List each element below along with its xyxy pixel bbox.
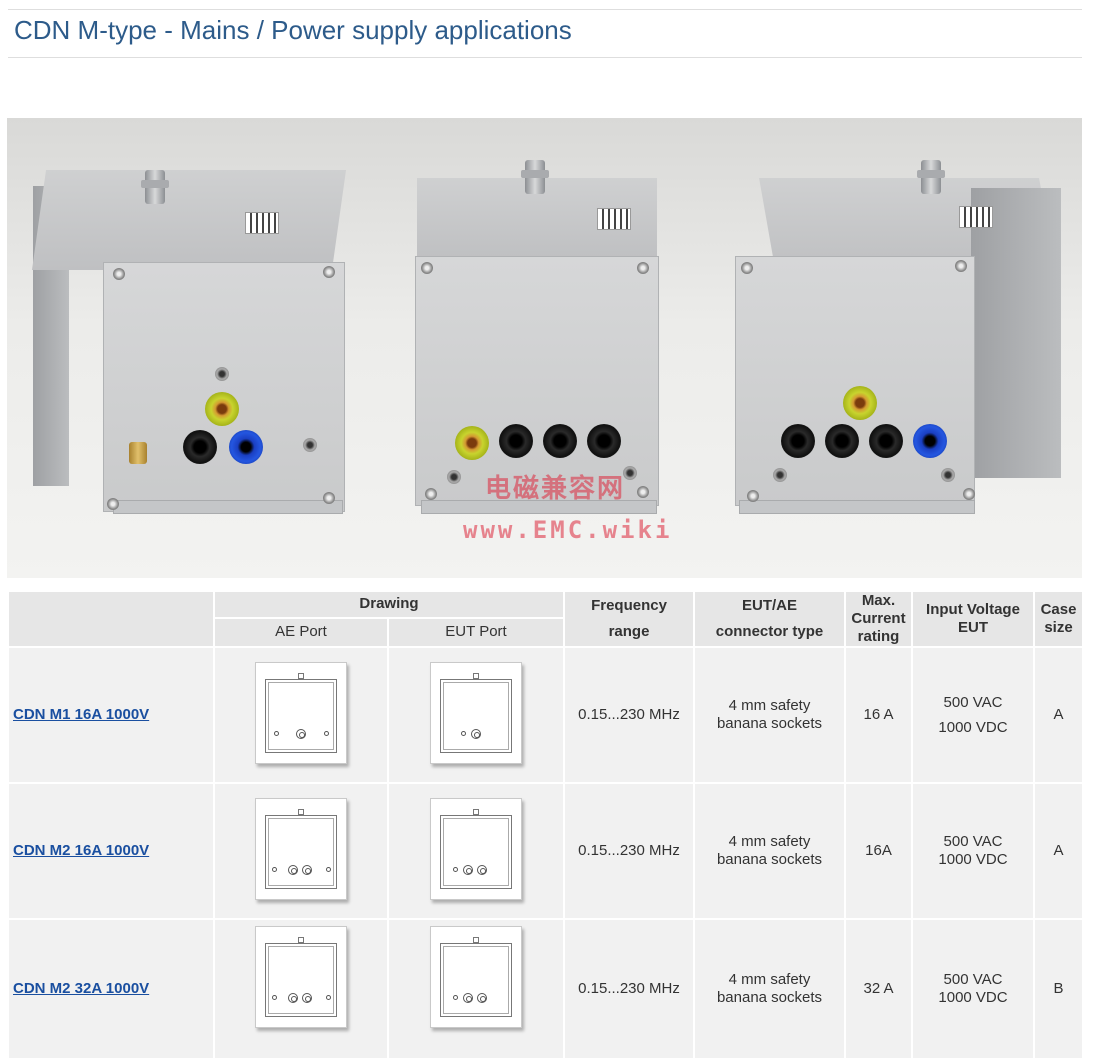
case-cell: A <box>1033 646 1084 784</box>
frequency-cell: 0.15...230 MHz <box>563 646 695 784</box>
ae-port-drawing[interactable] <box>255 661 347 764</box>
case-cell: B <box>1033 918 1084 1060</box>
product-link[interactable]: CDN M2 16A 1000V <box>13 842 149 859</box>
header-connector-label: EUT/AE connector type <box>715 597 824 640</box>
connector-cell: 4 mm safety banana sockets <box>693 918 846 1060</box>
table-row: CDN M2 32A 1000V 0.15...230 MHz 4 mm saf… <box>7 918 1084 1060</box>
header-case: Case size <box>1033 590 1084 648</box>
current-cell: 16 A <box>844 646 913 784</box>
header-frequency-label: Frequency range <box>591 597 667 640</box>
header-connector: EUT/AE connector type <box>693 590 846 648</box>
eut-port-drawing-cell <box>387 646 565 784</box>
product-name-cell: CDN M1 16A 1000V <box>7 646 215 784</box>
eut-port-drawing-cell <box>387 782 565 920</box>
case-cell: A <box>1033 782 1084 920</box>
watermark-url: www.EMC.wiki <box>463 516 673 544</box>
header-current: Max. Current rating <box>844 590 913 648</box>
eut-port-drawing[interactable] <box>430 661 522 764</box>
product-photo: 电磁兼容网 www.EMC.wiki <box>7 118 1082 578</box>
product-name-cell: CDN M2 32A 1000V <box>7 918 215 1060</box>
voltage-cell: 500 VAC 1000 VDC <box>911 782 1035 920</box>
voltage-cell: 500 VAC 1000 VDC <box>911 918 1035 1060</box>
connector-cell: 4 mm safety banana sockets <box>693 782 846 920</box>
cdn-device-left <box>31 170 353 530</box>
cdn-device-right <box>727 158 1067 538</box>
current-cell: 16A <box>844 782 913 920</box>
product-link[interactable]: CDN M1 16A 1000V <box>13 706 149 723</box>
frequency-cell: 0.15...230 MHz <box>563 782 695 920</box>
product-link[interactable]: CDN M2 32A 1000V <box>13 980 149 997</box>
header-product <box>7 590 215 648</box>
table-row: CDN M2 16A 1000V 0.15...230 MHz 4 mm saf… <box>7 782 1084 920</box>
ae-port-drawing[interactable] <box>255 926 347 1028</box>
page-title: CDN M-type - Mains / Power supply applic… <box>14 15 572 45</box>
header-eut-port: EUT Port <box>387 616 565 649</box>
current-cell: 32 A <box>844 918 913 1060</box>
header-top-divider <box>8 9 1082 10</box>
table-row: CDN M1 16A 1000V 0.15...230 MHz 4 mm saf <box>7 646 1084 784</box>
connector-cell: 4 mm safety banana sockets <box>693 646 846 784</box>
frequency-cell: 0.15...230 MHz <box>563 918 695 1060</box>
eut-port-drawing-cell <box>387 918 565 1060</box>
header-drawing: Drawing <box>213 590 565 619</box>
ae-port-drawing-cell <box>213 782 389 920</box>
eut-port-drawing[interactable] <box>430 926 522 1028</box>
ae-port-drawing-cell <box>213 918 389 1060</box>
watermark-cn: 电磁兼容网 <box>485 473 626 503</box>
eut-port-drawing[interactable] <box>430 797 522 900</box>
ae-port-drawing-cell <box>213 646 389 784</box>
ae-port-drawing[interactable] <box>255 797 347 900</box>
product-name-cell: CDN M2 16A 1000V <box>7 782 215 920</box>
header-ae-port: AE Port <box>213 616 389 649</box>
voltage-cell: 500 VAC 1000 VDC <box>911 646 1035 784</box>
header-bottom-divider <box>8 57 1082 58</box>
header-voltage: Input Voltage EUT <box>911 590 1035 648</box>
header-frequency: Frequency range <box>563 590 695 648</box>
spec-table: Drawing Frequency range EUT/AE connector… <box>7 590 1084 1060</box>
